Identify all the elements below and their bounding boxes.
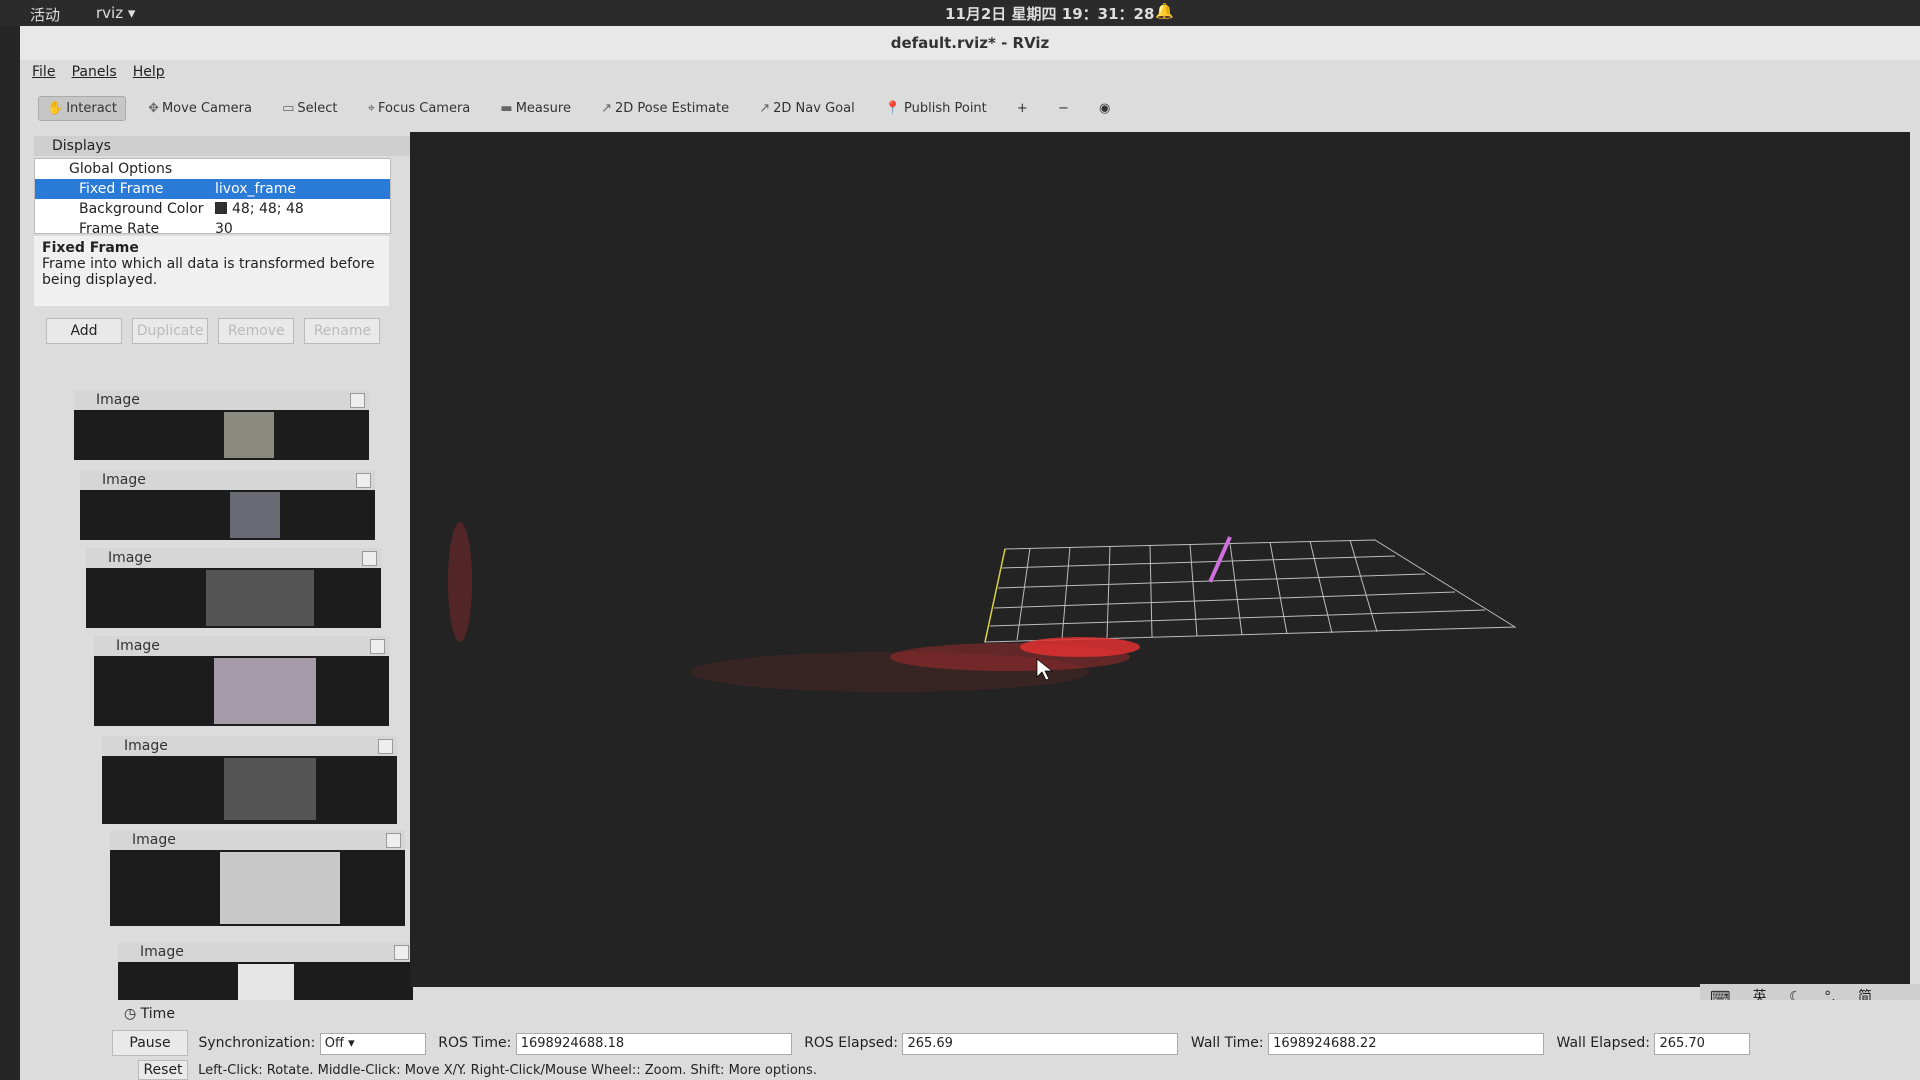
interact-tool[interactable]: ✋ Interact bbox=[38, 96, 126, 121]
help-title: Fixed Frame bbox=[42, 240, 139, 256]
eye-icon: ◉ bbox=[1099, 101, 1111, 116]
wall-time-label: Wall Time: bbox=[1190, 1035, 1264, 1051]
system-top-bar: 活动 rviz ▾ 11月2日 星期四 19：31：28 🔔 bbox=[0, 0, 1920, 26]
help-text: Frame into which all data is transformed… bbox=[42, 256, 375, 288]
time-controls: Pause Synchronization: Off ▾ ROS Time: 1… bbox=[112, 1030, 1758, 1056]
time-panel: ◷ Time Pause Synchronization: Off ▾ ROS … bbox=[100, 1000, 1920, 1080]
menu-help[interactable]: Help bbox=[133, 64, 165, 80]
remove-button[interactable]: Remove bbox=[218, 318, 295, 344]
tool-bar: ✋ Interact ✥ Move Camera ▭ Select ⌖ Focus Ca… bbox=[38, 96, 1128, 124]
tree-row-background-color[interactable]: Background Color 48; 48; 48 bbox=[35, 199, 390, 219]
sync-label: Synchronization: bbox=[198, 1035, 316, 1051]
move-camera-tool[interactable]: ✥ Move Camera bbox=[140, 97, 260, 120]
image-preview bbox=[224, 412, 274, 458]
tree-row-global-options[interactable]: Global Options bbox=[35, 159, 390, 179]
app-name: rviz bbox=[96, 4, 124, 22]
publish-point-tool[interactable]: 📍 Publish Point bbox=[877, 97, 995, 120]
panel-checkbox[interactable] bbox=[362, 551, 377, 566]
ros-elapsed-label: ROS Elapsed: bbox=[804, 1035, 898, 1051]
add-tool-button[interactable]: + bbox=[1009, 97, 1036, 120]
image-preview bbox=[214, 658, 316, 724]
duplicate-button[interactable]: Duplicate bbox=[132, 318, 209, 344]
displays-title: Displays bbox=[34, 136, 412, 156]
color-swatch bbox=[215, 202, 227, 214]
ground-grid bbox=[984, 539, 1517, 643]
ros-time-field[interactable]: 1698924688.18 bbox=[515, 1033, 792, 1055]
ruler-icon: ▬ bbox=[500, 101, 513, 116]
app-menu[interactable]: rviz ▾ bbox=[96, 4, 135, 22]
image-panel-4[interactable]: Image bbox=[94, 636, 389, 726]
select-tool[interactable]: ▭ Select bbox=[274, 97, 345, 120]
view-options-button[interactable]: ◉ bbox=[1091, 97, 1118, 120]
menu-panels[interactable]: Panels bbox=[72, 64, 117, 80]
panel-checkbox[interactable] bbox=[370, 639, 385, 654]
image-panel-5[interactable]: Image bbox=[102, 736, 397, 824]
image-preview bbox=[220, 852, 340, 924]
display-buttons: Add Duplicate Remove Rename bbox=[46, 318, 386, 344]
activities-button[interactable]: 活动 bbox=[30, 4, 60, 25]
image-panel-6[interactable]: Image bbox=[110, 830, 405, 926]
image-preview bbox=[206, 570, 314, 626]
image-preview bbox=[230, 492, 280, 538]
nav-goal-tool[interactable]: ↗ 2D Nav Goal bbox=[751, 97, 862, 120]
pause-button[interactable]: Pause bbox=[112, 1030, 188, 1056]
wall-elapsed-field[interactable]: 265.70 bbox=[1654, 1033, 1751, 1055]
scene-svg bbox=[448, 522, 1517, 692]
3d-viewport[interactable] bbox=[410, 132, 1910, 987]
tree-row-fixed-frame[interactable]: Fixed Frame livox_frame bbox=[35, 179, 390, 199]
grid-axis-yellow bbox=[984, 548, 1006, 643]
panel-checkbox[interactable] bbox=[386, 833, 401, 848]
menu-file[interactable]: File bbox=[32, 64, 55, 80]
clock-icon: ◷ bbox=[124, 1006, 137, 1022]
notification-icon: 🔔 bbox=[1155, 2, 1174, 20]
ros-time-label: ROS Time: bbox=[438, 1035, 512, 1051]
image-panel-1[interactable]: Image bbox=[74, 390, 369, 460]
wall-time-field[interactable]: 1698924688.22 bbox=[1268, 1033, 1545, 1055]
menu-bar: File Panels Help bbox=[20, 64, 165, 88]
reset-button[interactable]: Reset bbox=[138, 1060, 188, 1080]
left-dock: Displays Global Options Fixed Frame livox… bbox=[34, 136, 414, 1026]
image-panel-2[interactable]: Image bbox=[80, 470, 375, 540]
remove-tool-button[interactable]: − bbox=[1050, 97, 1077, 120]
pose-estimate-tool[interactable]: ↗ 2D Pose Estimate bbox=[593, 97, 737, 120]
focus-icon: ⌖ bbox=[367, 101, 375, 116]
displays-tree[interactable]: Global Options Fixed Frame livox_frame Ba… bbox=[34, 158, 391, 234]
status-text: Left-Click: Rotate. Middle-Click: Move X… bbox=[198, 1063, 817, 1078]
sync-select[interactable]: Off ▾ bbox=[319, 1033, 426, 1055]
select-icon: ▭ bbox=[282, 101, 295, 116]
plus-icon: + bbox=[1016, 101, 1028, 116]
status-bar: Reset Left-Click: Rotate. Middle-Click: … bbox=[138, 1060, 817, 1080]
time-title: ◷ Time bbox=[124, 1006, 175, 1022]
property-help: Fixed Frame Frame into which all data is… bbox=[34, 236, 389, 306]
panel-checkbox[interactable] bbox=[378, 739, 393, 754]
ros-elapsed-field[interactable]: 265.69 bbox=[902, 1033, 1179, 1055]
tree-row-frame-rate[interactable]: Frame Rate 30 bbox=[35, 219, 390, 233]
window-title: default.rviz* - RViz bbox=[20, 26, 1920, 60]
goal-arrow-icon: ↗ bbox=[759, 101, 771, 116]
image-panel-3[interactable]: Image bbox=[86, 548, 381, 628]
hand-icon: ✋ bbox=[47, 101, 64, 116]
rename-button[interactable]: Rename bbox=[304, 318, 381, 344]
add-button[interactable]: Add bbox=[46, 318, 122, 344]
pose-arrow-icon: ↗ bbox=[601, 101, 613, 116]
panel-checkbox[interactable] bbox=[356, 473, 371, 488]
clock[interactable]: 11月2日 星期四 19：31：28 bbox=[945, 3, 1154, 24]
wall-elapsed-label: Wall Elapsed: bbox=[1556, 1035, 1650, 1051]
image-preview bbox=[224, 758, 316, 820]
focus-camera-tool[interactable]: ⌖ Focus Camera bbox=[360, 97, 479, 120]
move-icon: ✥ bbox=[148, 101, 159, 116]
minus-icon: − bbox=[1057, 101, 1069, 116]
panel-checkbox[interactable] bbox=[394, 945, 409, 960]
measure-tool[interactable]: ▬ Measure bbox=[492, 97, 579, 120]
panel-checkbox[interactable] bbox=[350, 393, 365, 408]
pin-icon: 📍 bbox=[884, 101, 902, 116]
